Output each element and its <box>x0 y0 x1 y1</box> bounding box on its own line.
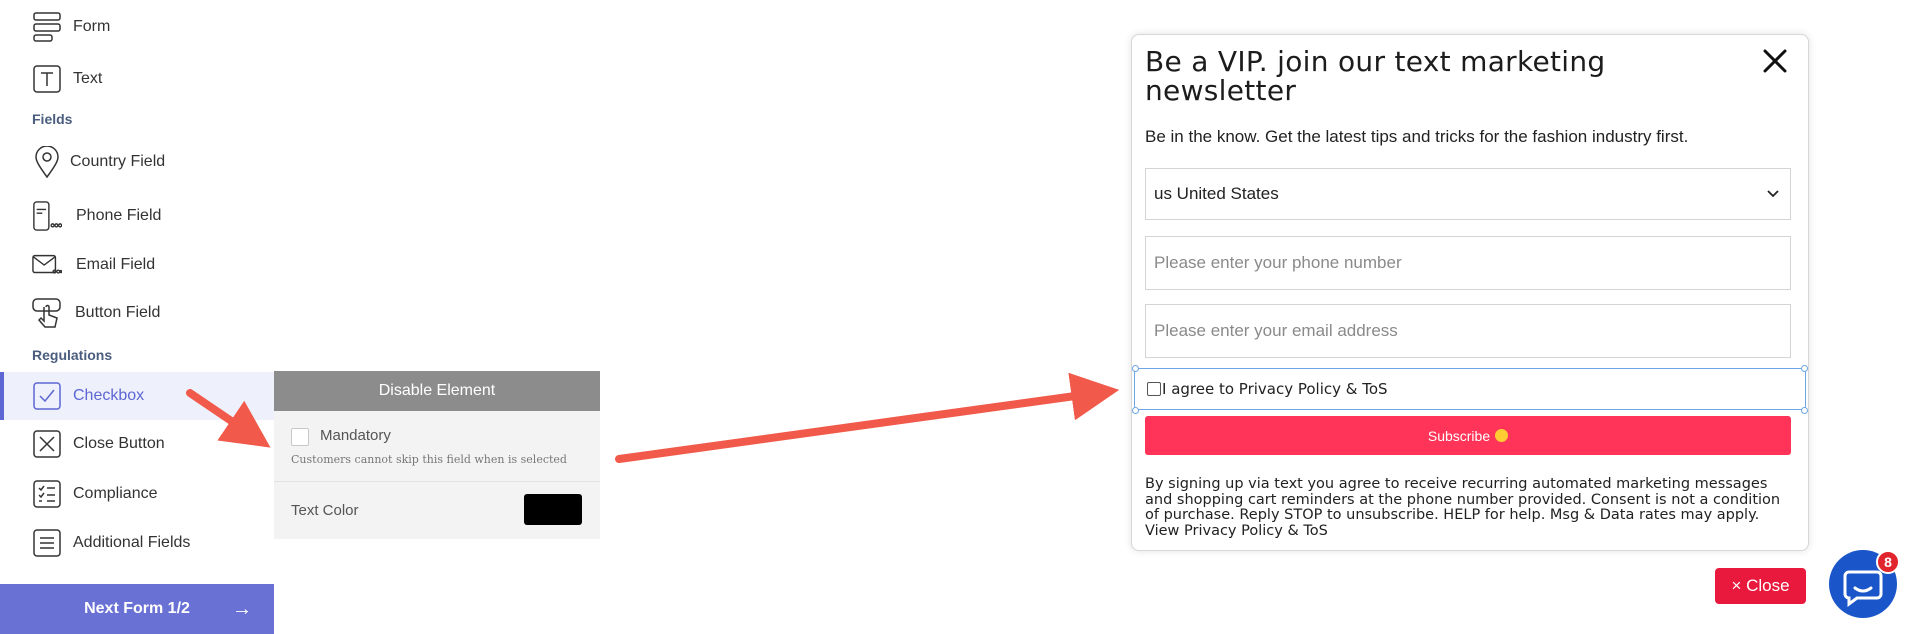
phone-input[interactable]: Please enter your phone number <box>1145 236 1791 290</box>
selection-handle[interactable] <box>1132 365 1139 372</box>
form-icon <box>32 12 62 42</box>
phone-icon <box>32 201 62 231</box>
text-color-swatch[interactable] <box>524 494 582 525</box>
location-pin-icon <box>32 146 62 178</box>
popup-title: Be a VIP. join our text marketing newsle… <box>1145 45 1606 107</box>
sidebar-item-compliance[interactable]: Compliance <box>0 471 274 517</box>
checkbox-icon <box>32 381 62 411</box>
phone-input-placeholder: Please enter your phone number <box>1154 253 1402 272</box>
close-square-icon <box>32 429 62 459</box>
next-form-label: Next Form 1/2 <box>84 600 190 617</box>
agree-checkbox-row[interactable]: I agree to Privacy Policy & ToS <box>1134 368 1806 410</box>
sidebar-item-label: Compliance <box>73 485 158 502</box>
close-button[interactable]: × Close <box>1715 568 1806 604</box>
sidebar-item-additional-fields[interactable]: Additional Fields <box>0 520 274 566</box>
email-input-placeholder: Please enter your email address <box>1154 321 1398 340</box>
sidebar-item-label: Phone Field <box>76 207 162 224</box>
sidebar-item-checkbox[interactable]: Checkbox <box>0 372 278 420</box>
subscribe-button[interactable]: Subscribe <box>1145 416 1791 455</box>
country-select-value: us United States <box>1154 184 1279 203</box>
disable-element-label: Disable Element <box>378 382 496 399</box>
text-icon <box>32 64 62 94</box>
disable-element-button[interactable]: Disable Element <box>274 371 600 411</box>
annotation-arrow-popup <box>615 372 1120 463</box>
checkbox-properties-panel: Disable Element Mandatory Customers cann… <box>274 371 600 539</box>
agree-label: I agree to Privacy Policy & ToS <box>1162 380 1388 398</box>
sidebar-item-label: Email Field <box>76 256 156 273</box>
next-form-button[interactable]: Next Form 1/2 → <box>0 584 274 634</box>
text-color-label: Text Color <box>291 502 359 519</box>
sidebar-item-label: Country Field <box>70 153 166 170</box>
list-icon <box>32 528 62 558</box>
sidebar-item-label: Checkbox <box>73 387 145 404</box>
signup-popup-preview: Be a VIP. join our text marketing newsle… <box>1131 34 1809 551</box>
sidebar-item-close-button[interactable]: Close Button <box>0 421 274 467</box>
mandatory-checkbox[interactable] <box>291 428 309 446</box>
email-input[interactable]: Please enter your email address <box>1145 304 1791 358</box>
sidebar-item-phone-field[interactable]: Phone Field <box>0 193 274 239</box>
selection-handle[interactable] <box>1801 407 1808 414</box>
sidebar-item-country-field[interactable]: Country Field <box>0 139 274 185</box>
sidebar-item-label: Button Field <box>75 304 161 321</box>
arrow-right-icon: → <box>232 597 252 620</box>
section-heading-regulations: Regulations <box>32 347 113 363</box>
close-icon[interactable] <box>1759 45 1791 77</box>
sidebar-item-label: Additional Fields <box>73 534 191 551</box>
subscribe-label: Subscribe <box>1427 427 1491 444</box>
sidebar-item-form[interactable]: Form <box>0 4 274 50</box>
notification-badge: 8 <box>1876 550 1900 574</box>
mandatory-label: Mandatory <box>320 427 391 444</box>
agree-checkbox[interactable] <box>1147 382 1161 396</box>
envelope-icon <box>32 250 62 280</box>
sidebar-item-button-field[interactable]: Button Field <box>0 290 274 336</box>
sidebar-item-label: Form <box>73 18 111 35</box>
close-button-label: × Close <box>1731 576 1790 595</box>
sidebar-item-label: Close Button <box>73 435 165 452</box>
sidebar-item-email-field[interactable]: Email Field <box>0 242 274 288</box>
country-select[interactable]: us United States <box>1145 168 1791 220</box>
sidebar: Form Text Fields Country Field Phone Fie… <box>0 0 278 634</box>
smile-emoji-icon <box>1495 429 1509 442</box>
divider <box>274 481 600 482</box>
selection-handle[interactable] <box>1132 407 1139 414</box>
section-heading-fields: Fields <box>32 111 73 127</box>
popup-subtitle: Be in the know. Get the latest tips and … <box>1145 127 1689 146</box>
mandatory-help-text: Customers cannot skip this field when is… <box>291 453 567 466</box>
sidebar-item-label: Text <box>73 70 103 87</box>
chevron-down-icon <box>1766 183 1780 208</box>
chat-launcher-button[interactable]: 8 <box>1829 550 1900 618</box>
checklist-icon <box>32 479 62 509</box>
sidebar-item-text[interactable]: Text <box>0 56 274 102</box>
selection-handle[interactable] <box>1801 365 1808 372</box>
legal-disclaimer: By signing up via text you agree to rece… <box>1145 476 1781 539</box>
pointer-hand-icon <box>32 298 62 328</box>
